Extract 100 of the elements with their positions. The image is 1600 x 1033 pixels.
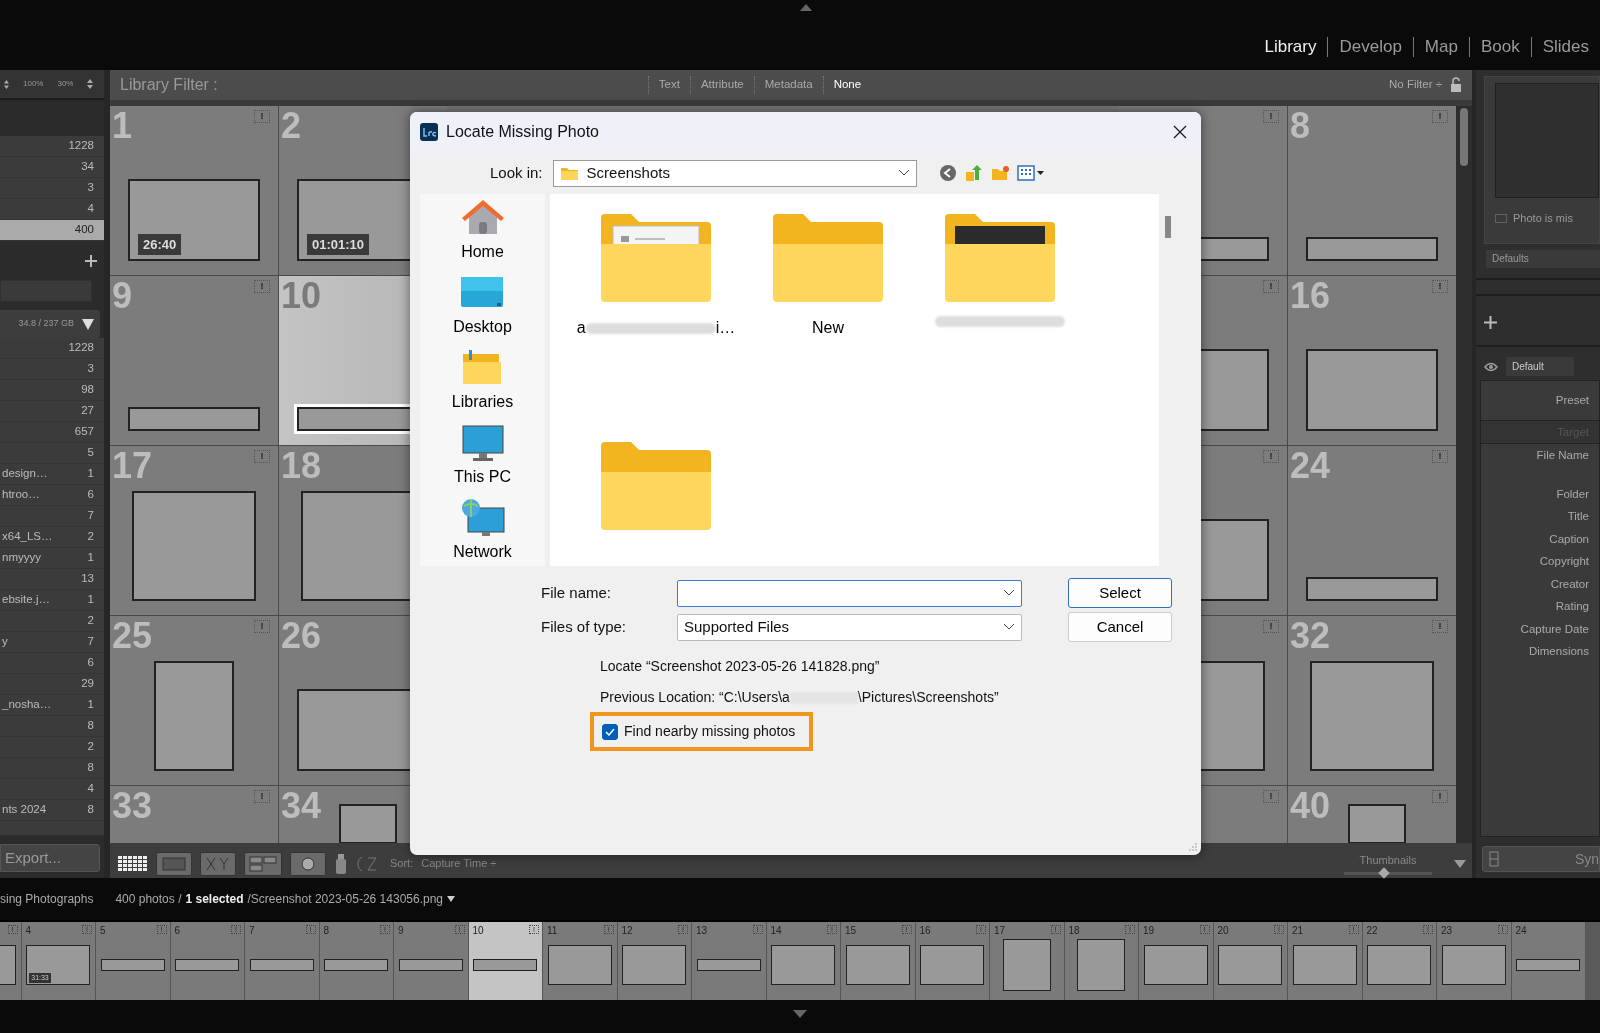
- item-count: 3: [87, 180, 94, 196]
- item-count: 1228: [68, 340, 94, 356]
- field-label: Folder: [1555, 486, 1589, 502]
- cell-number: 33: [112, 788, 153, 824]
- field-label: Files of type:: [541, 616, 628, 637]
- missing-flag: !: [1432, 110, 1448, 123]
- cell-number: 13: [696, 924, 708, 938]
- cell-number: 10: [281, 278, 322, 314]
- filter-preset[interactable]: No Filter ÷: [1389, 76, 1442, 94]
- cell-number: 1: [112, 108, 133, 144]
- module-tab[interactable]: Book: [1468, 37, 1531, 57]
- item-count: 1: [87, 466, 94, 482]
- window-title: Locate Missing Photo: [446, 122, 599, 142]
- thumbnail-cell[interactable]: 25 !: [110, 616, 278, 785]
- thumbnail-cell[interactable]: 8 !: [1288, 106, 1456, 275]
- missing-flag: !: [254, 790, 270, 803]
- filter-option[interactable]: None: [822, 76, 872, 94]
- folder-name: htroo…: [2, 487, 40, 503]
- item-count: 2: [87, 739, 94, 755]
- item-count: 657: [74, 424, 94, 440]
- missing-flag: !: [1263, 620, 1279, 633]
- locate-text: Locate “Screenshot 2023-05-26 141828.png”: [600, 657, 880, 676]
- field-label: Preset: [1554, 393, 1589, 408]
- cell-number: 18: [281, 448, 322, 484]
- cell-number: 24: [1515, 924, 1527, 938]
- zoom-option[interactable]: 30%: [57, 78, 74, 90]
- place-shortcut[interactable]: Home: [459, 198, 506, 264]
- place-shortcut[interactable]: Network: [453, 498, 512, 564]
- module-tab[interactable]: Develop: [1327, 37, 1413, 57]
- item-count: 8: [87, 802, 94, 818]
- folder-name: _nosha…: [2, 697, 52, 713]
- catalog-row[interactable]: 4: [0, 199, 104, 220]
- preset-dropdown[interactable]: Default: [1506, 357, 1574, 376]
- filter-title: Library Filter :: [120, 75, 218, 95]
- thumbnail-cell[interactable]: 32 !: [1288, 616, 1456, 785]
- filter-option[interactable]: Text: [647, 76, 690, 94]
- video-duration: 26:40: [138, 233, 182, 255]
- missing-flag: !: [1263, 450, 1279, 463]
- cell-number: 20: [1217, 924, 1229, 938]
- catalog-row[interactable]: 34: [0, 157, 104, 178]
- folder-item[interactable]: a i…: [570, 212, 742, 440]
- thumbnail-cell[interactable]: 16 !: [1288, 276, 1456, 445]
- previous-location-text: Previous Location: “C:\Users\a \Pictures\Screenshots”: [600, 688, 999, 707]
- sort-menu[interactable]: Capture Time ÷: [421, 855, 497, 872]
- item-count: 29: [81, 676, 94, 692]
- preset-dropdown[interactable]: Defaults: [1486, 250, 1600, 268]
- source-label: sing Photographs: [0, 891, 94, 908]
- item-count: 8: [87, 718, 94, 734]
- file-type-dropdown[interactable]: Supported Files: [677, 613, 1022, 641]
- thumbnail-cell[interactable]: 33 !: [110, 786, 278, 843]
- cell-number: 9: [398, 924, 404, 938]
- cell-number: 16: [919, 924, 931, 938]
- missing-flag: !: [254, 450, 270, 463]
- folder-name: ebsite.j…: [2, 592, 50, 608]
- cell-number: 16: [1290, 278, 1331, 314]
- cell-number: 9: [112, 278, 133, 314]
- field-label: Capture Date: [1519, 621, 1589, 637]
- cell-number: 23: [1441, 924, 1453, 938]
- catalog-row[interactable]: 400: [0, 220, 104, 241]
- cell-number: 4: [25, 924, 32, 938]
- missing-flag: !: [1432, 790, 1448, 803]
- thumbnail-cell[interactable]: 40 !: [1288, 786, 1456, 843]
- cell-number: 22: [1366, 924, 1378, 938]
- catalog-row[interactable]: 1228: [0, 136, 104, 157]
- folder-name: nts 2024: [2, 802, 47, 818]
- filter-option[interactable]: Attribute: [689, 76, 754, 94]
- filter-option[interactable]: Metadata: [753, 76, 823, 94]
- module-tab[interactable]: Map: [1412, 37, 1469, 57]
- field-label: Look in:: [490, 162, 543, 183]
- item-count: 8: [87, 760, 94, 776]
- item-count: 7: [87, 634, 94, 650]
- select-button[interactable]: Select: [1068, 578, 1172, 608]
- thumbnail-cell[interactable]: 24 !: [1288, 446, 1456, 615]
- thumbnail-cell[interactable]: 17 !: [110, 446, 278, 615]
- field-label: Title: [1566, 509, 1589, 524]
- place-shortcut[interactable]: Desktop: [453, 273, 512, 339]
- volume-usage: 34.8 / 237 GB: [18, 317, 74, 331]
- thumbnail-cell[interactable]: 1 ! 26:40: [110, 106, 278, 275]
- cell-number: 19: [1143, 924, 1155, 938]
- module-tab[interactable]: Slides: [1530, 37, 1600, 57]
- selection-count: 1 selected: [185, 891, 244, 908]
- look-in-dropdown[interactable]: Screenshots: [552, 159, 917, 187]
- item-count: 13: [81, 571, 94, 587]
- missing-flag: !: [254, 110, 270, 123]
- place-shortcut[interactable]: This PC: [454, 423, 511, 489]
- item-count: 1: [87, 592, 94, 608]
- filmstrip-cell[interactable]: 24: [1511, 922, 1586, 1000]
- zoom-option[interactable]: 100%: [23, 78, 44, 90]
- cancel-button[interactable]: Cancel: [1068, 612, 1172, 642]
- thumbnail-cell[interactable]: 9 !: [110, 276, 278, 445]
- item-count: 4: [87, 781, 94, 797]
- module-tab[interactable]: Library: [1253, 37, 1328, 57]
- item-count: 1: [87, 550, 94, 566]
- place-shortcut[interactable]: Libraries: [451, 348, 514, 414]
- export-button[interactable]: Export...: [0, 844, 100, 872]
- folder-item[interactable]: New: [742, 212, 914, 440]
- field-label: Rating: [1554, 599, 1589, 614]
- cell-number: 2: [281, 108, 302, 144]
- find-nearby-checkbox[interactable]: Find nearby missing photos: [590, 712, 814, 751]
- catalog-row[interactable]: 3: [0, 178, 104, 199]
